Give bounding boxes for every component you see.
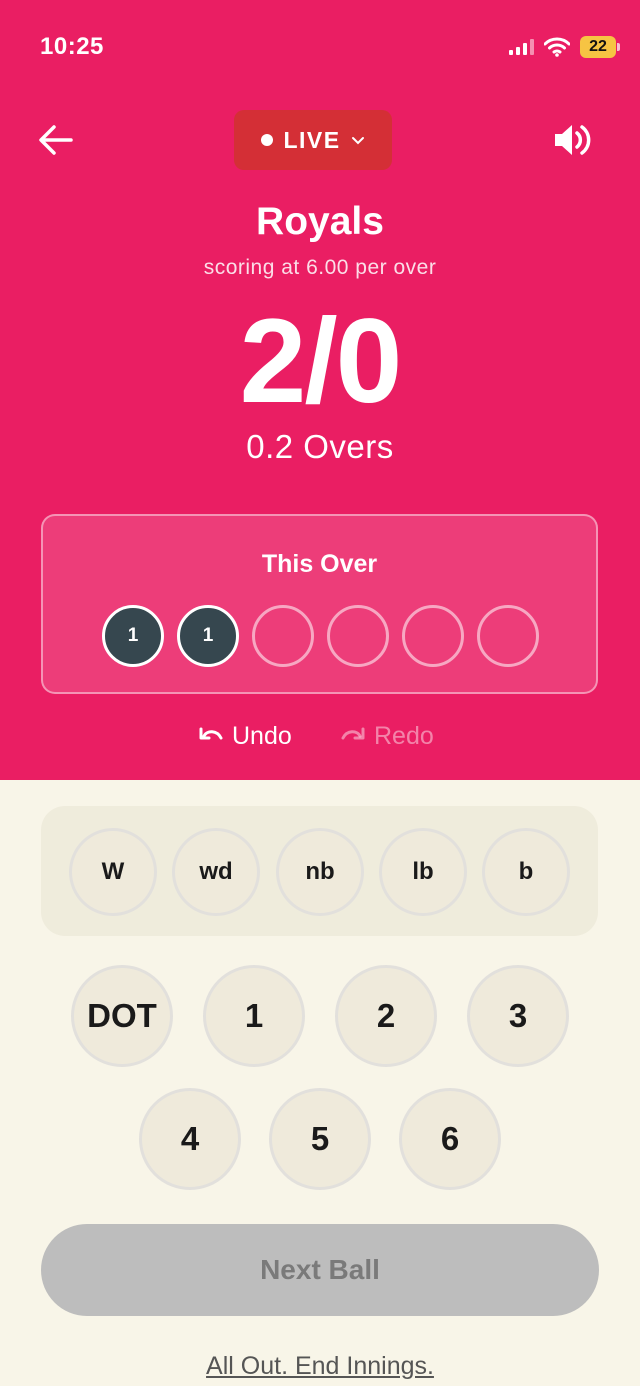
back-button[interactable] — [34, 118, 78, 162]
run-6-button[interactable]: 6 — [399, 1088, 501, 1190]
ball-6 — [477, 605, 539, 667]
signal-icon — [509, 39, 534, 55]
ball-3 — [252, 605, 314, 667]
run-5-button[interactable]: 5 — [269, 1088, 371, 1190]
back-arrow-icon — [39, 125, 73, 155]
ball-4 — [327, 605, 389, 667]
this-over-title: This Over — [261, 550, 378, 578]
bye-button[interactable]: b — [482, 828, 570, 916]
live-status-dropdown[interactable]: LIVE — [234, 110, 392, 170]
run-3-button[interactable]: 3 — [467, 965, 569, 1067]
ball-2: 1 — [177, 605, 239, 667]
redo-label: Redo — [374, 721, 434, 750]
battery-level: 22 — [580, 36, 616, 58]
leg-bye-button[interactable]: lb — [379, 828, 467, 916]
batting-team-name: Royals — [256, 200, 384, 243]
status-icons: 22 — [509, 34, 620, 60]
status-time: 10:25 — [40, 33, 104, 60]
wide-button[interactable]: wd — [172, 828, 260, 916]
next-ball-button[interactable]: Next Ball — [41, 1224, 599, 1316]
run-4-button[interactable]: 4 — [139, 1088, 241, 1190]
this-over-panel: This Over 1 1 — [41, 514, 598, 694]
extras-panel: W wd nb lb b — [41, 806, 598, 936]
ball-5 — [402, 605, 464, 667]
speaker-icon — [555, 125, 591, 155]
no-ball-button[interactable]: nb — [276, 828, 364, 916]
wicket-button[interactable]: W — [69, 828, 157, 916]
live-dot-icon — [261, 134, 274, 146]
overs-count: 0.2 Overs — [246, 428, 394, 465]
run-2-button[interactable]: 2 — [335, 965, 437, 1067]
run-rate: scoring at 6.00 per over — [203, 256, 437, 279]
wifi-icon — [544, 37, 570, 57]
redo-icon — [341, 727, 365, 740]
run-1-button[interactable]: 1 — [203, 965, 305, 1067]
end-innings-link[interactable]: All Out. End Innings. — [0, 1352, 640, 1381]
score: 2/0 — [239, 294, 403, 428]
sound-toggle-button[interactable] — [548, 116, 596, 164]
undo-label: Undo — [232, 721, 292, 750]
live-label: LIVE — [283, 126, 341, 153]
undo-icon — [199, 727, 223, 740]
redo-button[interactable]: Redo — [340, 716, 434, 756]
dot-ball-button[interactable]: DOT — [71, 965, 173, 1067]
chevron-down-icon — [351, 137, 364, 145]
ball-1: 1 — [102, 605, 164, 667]
battery-icon: 22 — [580, 36, 620, 58]
undo-button[interactable]: Undo — [198, 716, 292, 756]
scoring-header: 10:25 22 LIVE Royals scoring at 6.00 per… — [0, 0, 640, 780]
